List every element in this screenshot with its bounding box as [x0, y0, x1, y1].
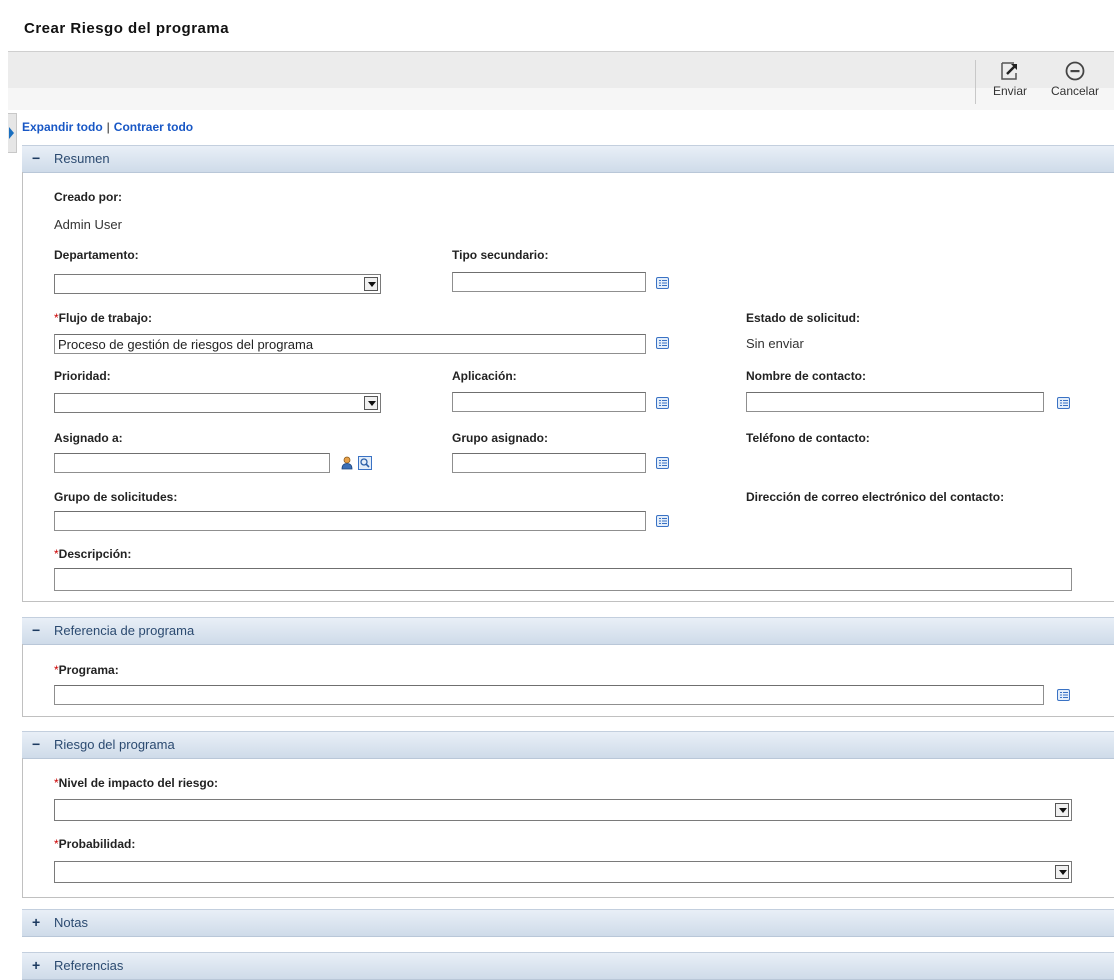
list-icon[interactable] [656, 337, 669, 349]
request-group-label: Grupo de solicitudes: [54, 490, 178, 504]
section-header-program-reference[interactable]: − Referencia de programa [22, 617, 1114, 645]
section-header-resumen[interactable]: − Resumen [22, 145, 1114, 173]
probability-select[interactable] [54, 861, 1072, 883]
expand-all-link[interactable]: Expandir todo [22, 120, 103, 134]
section-title: Referencia de programa [54, 623, 195, 638]
section-title: Riesgo del programa [54, 737, 175, 752]
assigned-to-input[interactable] [54, 453, 330, 473]
chevron-down-icon [1055, 803, 1069, 817]
description-label: *Descripción: [54, 547, 131, 561]
chevron-down-icon [1055, 865, 1069, 879]
submit-icon [990, 60, 1030, 82]
subtype-input[interactable] [452, 272, 646, 292]
contact-name-label: Nombre de contacto: [746, 369, 867, 383]
list-icon[interactable] [1057, 689, 1070, 701]
collapse-icon: − [32, 622, 41, 638]
section-header-program-risk[interactable]: − Riesgo del programa [22, 731, 1114, 759]
contact-phone-label: Teléfono de contacto: [746, 431, 870, 445]
assigned-group-label: Grupo asignado: [452, 431, 548, 445]
list-icon[interactable] [656, 515, 669, 527]
section-body-resumen [22, 172, 1114, 602]
chevron-down-icon [364, 277, 378, 291]
created-by-value: Admin User [54, 217, 122, 232]
request-status-label: Estado de solicitud: [746, 311, 861, 325]
side-panel-toggle[interactable] [8, 113, 17, 153]
probability-label: *Probabilidad: [54, 837, 135, 851]
application-label: Aplicación: [452, 369, 517, 383]
workflow-label: *Flujo de trabajo: [54, 311, 152, 325]
cancel-label: Cancelar [1050, 84, 1100, 98]
submit-button[interactable]: Enviar [990, 60, 1030, 98]
page-title: Crear Riesgo del programa [24, 20, 230, 37]
description-input[interactable] [54, 568, 1072, 591]
submit-label: Enviar [992, 84, 1027, 98]
assigned-to-label: Asignado a: [54, 431, 123, 445]
program-label: *Programa: [54, 663, 119, 677]
user-icon[interactable] [340, 456, 354, 470]
list-icon[interactable] [1057, 397, 1070, 409]
contact-name-input[interactable] [746, 392, 1044, 412]
impact-level-label: *Nivel de impacto del riesgo: [54, 776, 218, 790]
collapse-all-link[interactable]: Contraer todo [114, 120, 193, 134]
contact-email-label: Dirección de correo electrónico del cont… [746, 490, 1005, 504]
list-icon[interactable] [656, 277, 669, 289]
list-icon[interactable] [656, 397, 669, 409]
toolbar [8, 52, 1114, 88]
collapse-icon: − [32, 736, 41, 752]
priority-label: Prioridad: [54, 369, 111, 383]
section-title: Resumen [54, 151, 110, 166]
priority-select[interactable] [54, 393, 381, 413]
description-label-text: Descripción: [58, 547, 132, 561]
cancel-icon [1036, 60, 1114, 82]
chevron-down-icon [364, 396, 378, 410]
request-status-value: Sin enviar [746, 336, 804, 351]
subtype-label: Tipo secundario: [452, 248, 549, 262]
section-body-program-reference [22, 644, 1114, 717]
program-label-text: Programa: [58, 663, 119, 677]
section-title: Notas [54, 915, 88, 930]
impact-level-select[interactable] [54, 799, 1072, 821]
program-input[interactable] [54, 685, 1044, 705]
cancel-button[interactable]: Cancelar [1036, 60, 1114, 98]
link-separator: | [106, 120, 110, 134]
assigned-group-input[interactable] [452, 453, 646, 473]
section-header-notes[interactable]: + Notas [22, 909, 1114, 937]
toolbar-shadow [8, 88, 1114, 110]
section-header-references[interactable]: + Referencias [22, 952, 1114, 980]
created-by-label: Creado por: [54, 190, 123, 204]
toolbar-separator [975, 60, 976, 104]
impact-level-label-text: Nivel de impacto del riesgo: [58, 776, 219, 790]
expand-collapse-links: Expandir todo | Contraer todo [22, 120, 193, 134]
department-select[interactable] [54, 274, 381, 294]
department-label: Departamento: [54, 248, 139, 262]
probability-label-text: Probabilidad: [58, 837, 136, 851]
expand-icon: + [32, 957, 41, 973]
workflow-label-text: Flujo de trabajo: [58, 311, 153, 325]
workflow-input[interactable]: Proceso de gestión de riesgos del progra… [54, 334, 646, 354]
collapse-icon: − [32, 150, 41, 166]
search-icon[interactable] [358, 456, 372, 470]
expand-icon: + [32, 914, 41, 930]
request-group-input[interactable] [54, 511, 646, 531]
application-input[interactable] [452, 392, 646, 412]
list-icon[interactable] [656, 457, 669, 469]
section-title: Referencias [54, 958, 124, 973]
